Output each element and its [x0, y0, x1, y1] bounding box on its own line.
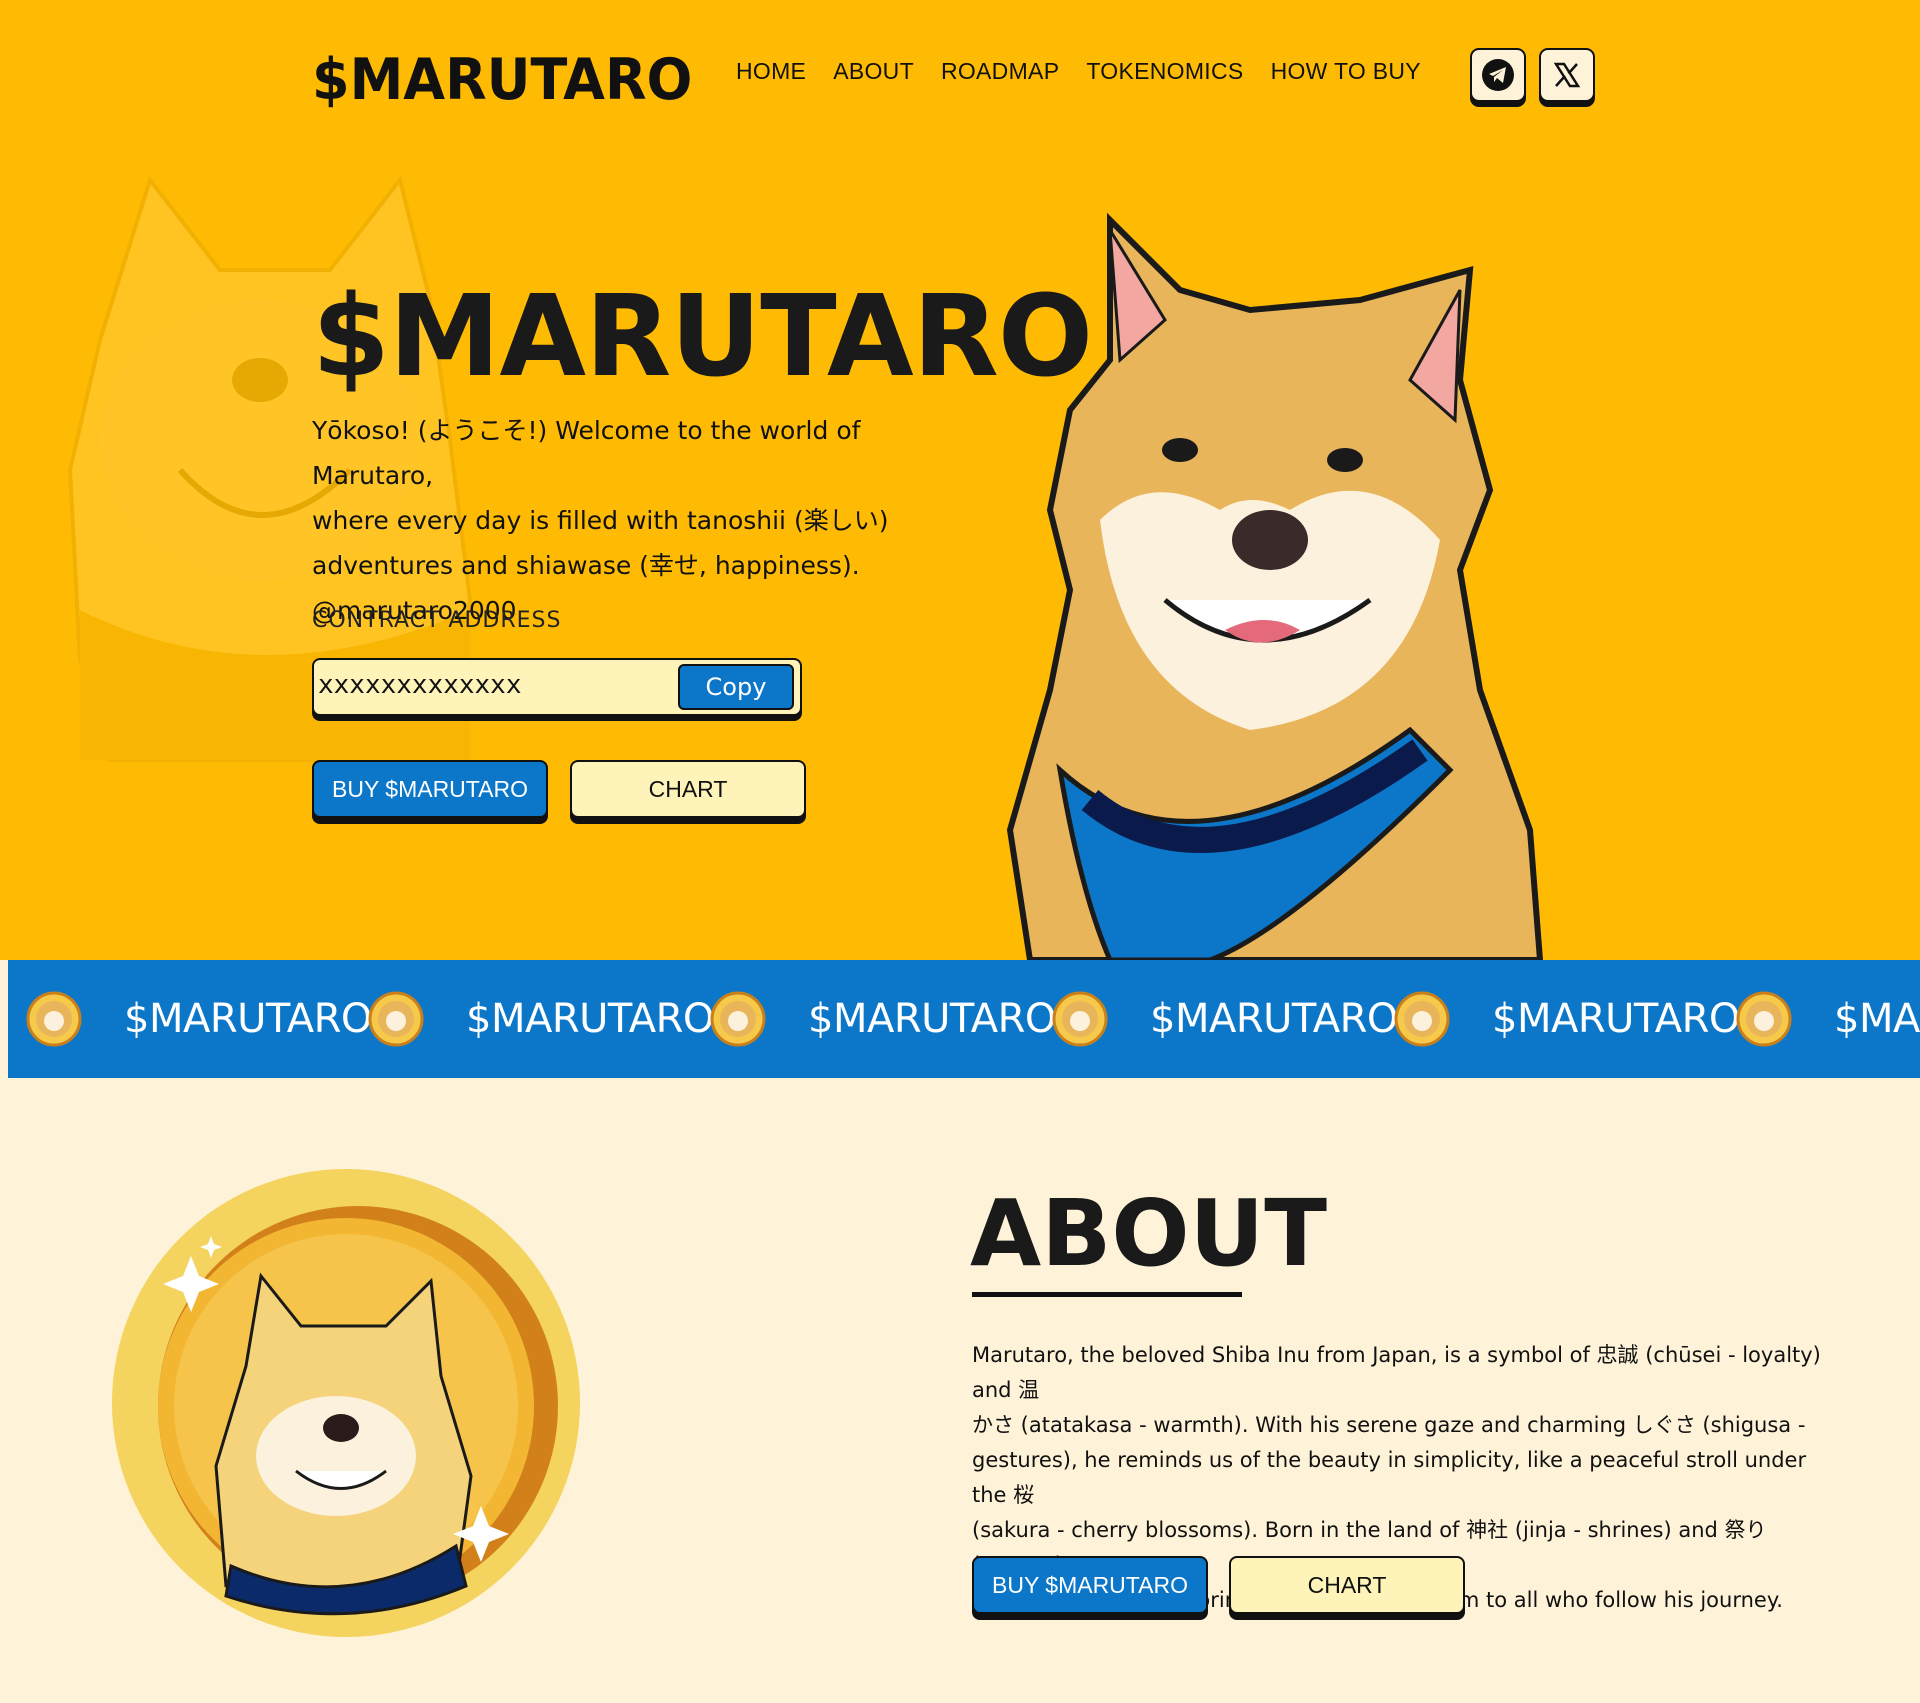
ticker-item: $MARUTARO — [26, 960, 372, 1078]
hero-title: $MARUTARO — [312, 272, 1093, 402]
coin-icon — [1394, 991, 1450, 1047]
copy-button[interactable]: Copy — [678, 664, 794, 710]
ticker-item: $MARUTARO — [1052, 960, 1398, 1078]
hero-line-1: Yōkoso! (ようこそ!) Welcome to the world of … — [312, 416, 861, 490]
about-line-2: かさ (atatakasa - warmth). With his serene… — [972, 1413, 1806, 1437]
contract-address-label: CONTRACT ADDRESS — [312, 608, 562, 633]
ticker-label: $MARUTARO — [808, 996, 1056, 1042]
ticker-label: $MARUTARO — [1492, 996, 1740, 1042]
ticker-item: $MARUTARO — [710, 960, 1056, 1078]
hero-section: $MARUTARO HOME ABOUT ROADMAP TOKENOMICS … — [0, 0, 1920, 960]
ticker-banner: $MARUTARO $MARUTARO $MARUTARO $MARUTARO … — [8, 960, 1920, 1078]
hero-line-2: where every day is filled with tanoshii … — [312, 506, 889, 535]
ticker-item: $MARUTARO — [368, 960, 714, 1078]
x-button[interactable] — [1539, 48, 1595, 102]
hero-chart-button[interactable]: CHART — [570, 760, 806, 818]
about-buy-button[interactable]: BUY $MARUTARO — [972, 1556, 1208, 1614]
nav-home[interactable]: HOME — [736, 58, 806, 85]
coin-icon — [710, 991, 766, 1047]
coin-icon — [1052, 991, 1108, 1047]
contract-address-box: xxxxxxxxxxxxx Copy — [312, 658, 802, 716]
coin-icon — [368, 991, 424, 1047]
telegram-icon — [1482, 59, 1514, 91]
about-title: ABOUT — [970, 1180, 1327, 1287]
contract-address-value[interactable]: xxxxxxxxxxxxx — [318, 670, 522, 700]
about-line-1: Marutaro, the beloved Shiba Inu from Jap… — [972, 1343, 1821, 1402]
hero-line-3: adventures and shiawase (幸せ, happiness). — [312, 551, 860, 580]
site-logo[interactable]: $MARUTARO — [312, 46, 692, 112]
x-icon — [1553, 62, 1581, 88]
ticker-label: $MARUTARO — [124, 996, 372, 1042]
ticker-item: $MARUTARO — [1394, 960, 1740, 1078]
nav-tokenomics[interactable]: TOKENOMICS — [1086, 58, 1243, 85]
about-line-3: gestures), he reminds us of the beauty i… — [972, 1448, 1807, 1507]
telegram-button[interactable] — [1470, 48, 1526, 102]
shiba-dog-illustration — [1006, 212, 1544, 960]
about-chart-button[interactable]: CHART — [1229, 1556, 1465, 1614]
ticker-label: $MARUTARO — [466, 996, 714, 1042]
coin-icon — [26, 991, 82, 1047]
nav-how-to-buy[interactable]: HOW TO BUY — [1271, 58, 1421, 85]
nav-roadmap[interactable]: ROADMAP — [941, 58, 1059, 85]
nav-about[interactable]: ABOUT — [833, 58, 914, 85]
main-nav: HOME ABOUT ROADMAP TOKENOMICS HOW TO BUY — [736, 58, 1448, 85]
hero-description: Yōkoso! (ようこそ!) Welcome to the world of … — [312, 408, 952, 633]
coin-icon — [1736, 991, 1792, 1047]
ticker-item: $MARUTARO — [1736, 960, 1920, 1078]
ticker-label: $MARUTARO — [1834, 996, 1920, 1042]
about-underline — [972, 1292, 1242, 1297]
marutaro-coin-illustration — [112, 1169, 580, 1637]
ticker-label: $MARUTARO — [1150, 996, 1398, 1042]
hero-buy-button[interactable]: BUY $MARUTARO — [312, 760, 548, 818]
